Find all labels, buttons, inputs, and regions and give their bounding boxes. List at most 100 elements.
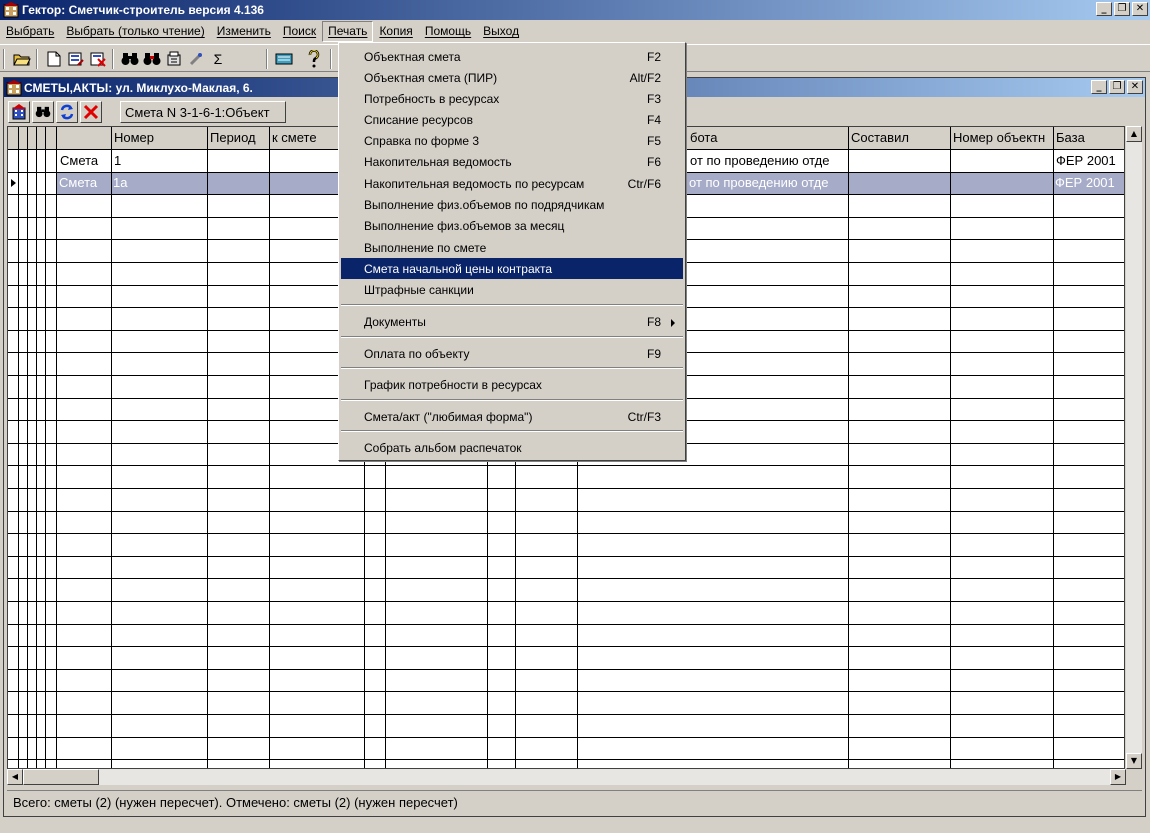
open-folder-icon[interactable] xyxy=(12,49,32,69)
grid-column-line xyxy=(18,127,19,768)
scroll-left-icon[interactable]: ◀ xyxy=(7,769,23,785)
menu-item-volumes-by-month[interactable]: Выполнение физ.объемов за месяц xyxy=(341,215,683,236)
menu-item-resource-schedule[interactable]: График потребности в ресурсах xyxy=(341,374,683,395)
grid-column-line xyxy=(36,127,37,768)
menu-search[interactable]: Поиск xyxy=(277,21,322,42)
help-icon[interactable] xyxy=(304,49,324,69)
menu-item-print-album[interactable]: Собрать альбом распечаток xyxy=(341,437,683,458)
column-header-base[interactable]: База xyxy=(1054,127,1124,149)
refresh-button[interactable] xyxy=(56,101,78,123)
menu-select[interactable]: Выбрать xyxy=(0,21,60,42)
grid-column-line xyxy=(56,127,57,768)
estimates-window-title: СМЕТЫ,АКТЫ: ул. Миклухо-Маклая, 6. xyxy=(24,81,253,95)
menu-item-label: Выполнение физ.объемов по подрядчикам xyxy=(364,198,605,212)
grid-column-line xyxy=(27,127,28,768)
scroll-up-icon[interactable]: ▲ xyxy=(1126,126,1142,142)
menu-item-shortcut: F4 xyxy=(646,113,661,127)
menu-copy[interactable]: Копия xyxy=(373,21,418,42)
menu-item-object-payment[interactable]: Оплата по объекту F9 xyxy=(341,343,683,364)
menu-item-cumulative-resources[interactable]: Накопительная ведомость по ресурсам Ctr/F… xyxy=(341,173,683,194)
menu-item-label: Штрафные санкции xyxy=(364,283,474,297)
column-header-object-number[interactable]: Номер объектн xyxy=(951,127,1051,149)
delete-document-icon[interactable] xyxy=(88,49,108,69)
menu-print[interactable]: Печать xyxy=(322,21,374,42)
menu-item-label: Объектная смета (ПИР) xyxy=(364,71,498,85)
menu-item-initial-contract-price[interactable]: Смета начальной цены контракта xyxy=(341,258,683,279)
calculate-icon[interactable] xyxy=(164,49,184,69)
scroll-right-icon[interactable]: ▶ xyxy=(1110,769,1126,785)
binoculars-icon[interactable] xyxy=(120,49,140,69)
menu-item-shortcut: F5 xyxy=(646,134,661,148)
toolbar-grip xyxy=(3,49,5,69)
menu-item-resource-needs[interactable]: Потребность в ресурсах F3 xyxy=(341,88,683,109)
menu-item-execution-by-estimate[interactable]: Выполнение по смете xyxy=(341,237,683,258)
grid-column-line xyxy=(111,127,112,768)
menu-item-form3[interactable]: Справка по форме 3 F5 xyxy=(341,130,683,151)
menu-item-resource-writeoff[interactable]: Списание ресурсов F4 xyxy=(341,109,683,130)
find-next-icon[interactable] xyxy=(142,49,162,69)
horizontal-scrollbar[interactable]: ◀ ▶ xyxy=(7,769,1126,785)
child-minimize-icon[interactable]: _ xyxy=(1091,80,1107,94)
restore-icon[interactable]: ❐ xyxy=(1114,2,1130,16)
grid-column-line xyxy=(269,127,270,768)
app-building-icon xyxy=(3,2,19,18)
edit-document-icon[interactable] xyxy=(66,49,86,69)
grid-row-line xyxy=(8,737,1124,738)
menu-item-object-estimate[interactable]: Объектная смета F2 xyxy=(341,46,683,67)
grid-column-line xyxy=(45,127,46,768)
menu-item-label: Накопительная ведомость xyxy=(364,155,512,169)
row-number-cell: 1а xyxy=(113,175,128,190)
close-icon[interactable]: ✕ xyxy=(1132,2,1148,16)
menu-edit[interactable]: Изменить xyxy=(211,21,277,42)
keyboard-icon[interactable] xyxy=(274,49,294,69)
menu-item-shortcut: Ctr/F6 xyxy=(627,177,661,191)
link-icon[interactable] xyxy=(186,49,206,69)
child-restore-icon[interactable]: ❐ xyxy=(1109,80,1125,94)
building-button[interactable] xyxy=(8,101,30,123)
new-document-icon[interactable] xyxy=(44,49,64,69)
menu-item-favorite-form[interactable]: Смета/акт ("любимая форма") Ctr/F3 xyxy=(341,406,683,427)
child-close-icon[interactable]: ✕ xyxy=(1127,80,1143,94)
sum-icon[interactable]: Σ xyxy=(208,49,228,69)
menu-item-object-estimate-pir[interactable]: Объектная смета (ПИР) Alt/F2 xyxy=(341,67,683,88)
grid-column-line xyxy=(950,127,951,768)
toolbar-separator xyxy=(266,49,268,69)
menu-item-penalties[interactable]: Штрафные санкции xyxy=(341,279,683,300)
menu-item-cumulative-sheet[interactable]: Накопительная ведомость F6 xyxy=(341,151,683,172)
column-header-period[interactable]: Период xyxy=(208,127,268,149)
estimate-selector-button[interactable]: Смета N 3-1-6-1:Объект xyxy=(120,101,286,123)
horizontal-scroll-thumb[interactable] xyxy=(23,769,99,785)
grid-column-line xyxy=(848,127,849,768)
menu-item-documents[interactable]: Документы F8 xyxy=(341,311,683,332)
menu-item-shortcut: Alt/F2 xyxy=(629,71,661,85)
menu-item-shortcut: F6 xyxy=(646,155,661,169)
grid-row-line xyxy=(8,556,1124,557)
column-header-author[interactable]: Составил xyxy=(849,127,949,149)
delete-button[interactable] xyxy=(80,101,102,123)
menu-item-label: Собрать альбом распечаток xyxy=(364,441,522,455)
menu-item-shortcut: F2 xyxy=(646,50,661,64)
menu-item-volumes-by-contractor[interactable]: Выполнение физ.объемов по подрядчикам xyxy=(341,194,683,215)
minimize-icon[interactable]: _ xyxy=(1096,2,1112,16)
menu-item-label: График потребности в ресурсах xyxy=(364,378,542,392)
grid-row-line xyxy=(8,691,1124,692)
grid-row-line xyxy=(8,646,1124,647)
scroll-down-icon[interactable]: ▼ xyxy=(1126,753,1142,769)
menu-help[interactable]: Помощь xyxy=(419,21,477,42)
grid-row-line xyxy=(8,759,1124,760)
refresh-icon xyxy=(60,104,74,120)
search-button[interactable] xyxy=(32,101,54,123)
toolbar-separator xyxy=(330,49,332,69)
menu-item-label: Потребность в ресурсах xyxy=(364,92,500,106)
vertical-scrollbar[interactable]: ▲ ▼ xyxy=(1126,126,1142,769)
status-bar: Всего: сметы (2) (нужен пересчет). Отмеч… xyxy=(7,790,1142,814)
current-row-marker-icon xyxy=(11,179,16,187)
column-header-work[interactable]: бота xyxy=(688,127,848,149)
menu-item-label: Смета начальной цены контракта xyxy=(364,262,553,276)
menu-exit[interactable]: Выход xyxy=(477,21,525,42)
menu-item-label: Списание ресурсов xyxy=(364,113,473,127)
menu-select-readonly[interactable]: Выбрать (только чтение) xyxy=(60,21,210,42)
column-header-number[interactable]: Номер xyxy=(112,127,206,149)
row-type-cell: Смета xyxy=(59,175,98,190)
grid-row-line xyxy=(8,578,1124,579)
